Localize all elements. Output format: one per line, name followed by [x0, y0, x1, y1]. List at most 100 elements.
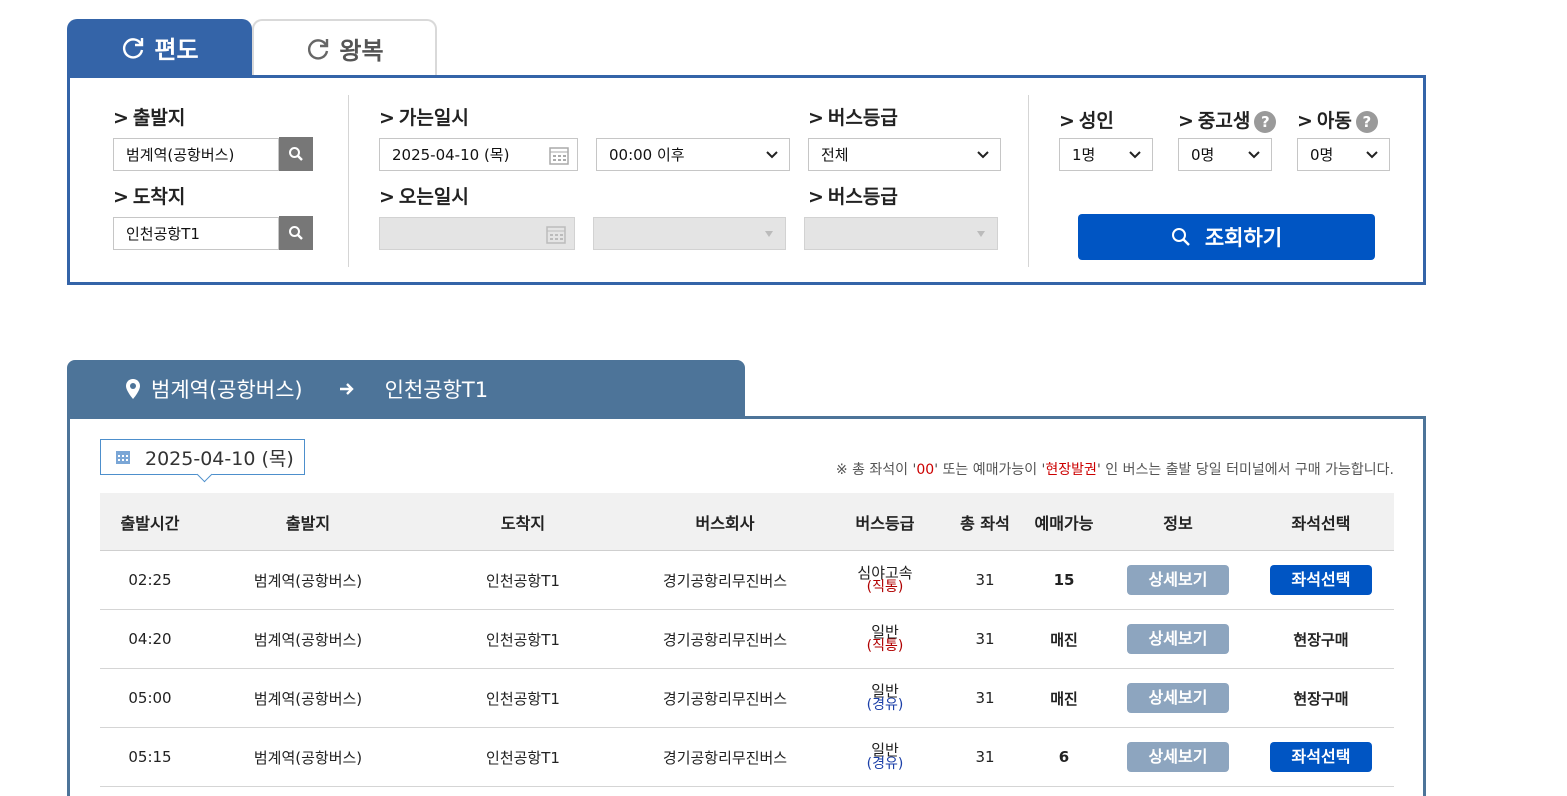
arrival-input[interactable]: 인천공항T1	[113, 217, 279, 250]
divider	[348, 95, 349, 267]
help-icon[interactable]: ?	[1254, 110, 1277, 133]
available-seats: 6	[1020, 727, 1108, 787]
departure-time: 05:00	[100, 668, 200, 728]
return-date-input[interactable]	[379, 217, 575, 250]
bus-company: 경기공항리무진버스	[630, 609, 820, 669]
chevron-down-icon	[977, 151, 989, 159]
table-header-row: 출발시간 출발지 도착지 버스회사 버스등급 총 좌석 예매가능 정보 좌석선택	[100, 493, 1394, 551]
departure-time: 02:25	[100, 550, 200, 610]
help-icon[interactable]: ?	[1355, 110, 1378, 133]
col-header: 버스등급	[820, 493, 950, 551]
bus-grade: 일반 (경유)	[820, 668, 950, 728]
schedule-table: 출발시간 출발지 도착지 버스회사 버스등급 총 좌석 예매가능 정보 좌석선택…	[100, 493, 1394, 787]
tab-one-way[interactable]: 편도	[67, 19, 252, 76]
bus-company: 경기공항리무진버스	[630, 668, 820, 728]
detail-button[interactable]: 상세보기	[1127, 565, 1229, 595]
seat-select-button[interactable]: 좌석선택	[1270, 742, 1372, 772]
departure-place: 범계역(공항버스)	[200, 727, 416, 787]
return-bus-grade-label: > 버스등급	[808, 186, 898, 208]
detail-button[interactable]: 상세보기	[1127, 683, 1229, 713]
refresh-icon	[120, 35, 146, 61]
table-row: 05:15 범계역(공항버스) 인천공항T1 경기공항리무진버스 일반 (경유) …	[100, 727, 1394, 787]
seat-select-button[interactable]: 좌석선택	[1270, 565, 1372, 595]
route-header: 범계역(공항버스) 인천공항T1	[67, 360, 745, 418]
calendar-icon	[116, 451, 130, 464]
table-row: 04:20 범계역(공항버스) 인천공항T1 경기공항리무진버스 일반 (직통) …	[100, 609, 1394, 669]
arrival-place: 인천공항T1	[416, 550, 630, 610]
child-select[interactable]: 0명	[1297, 138, 1390, 171]
onsite-purchase-text: 현장구매	[1248, 668, 1394, 728]
departure-input[interactable]: 범계역(공항버스)	[113, 138, 279, 171]
return-bus-grade-select[interactable]	[804, 217, 998, 250]
search-icon	[289, 147, 303, 161]
available-seats: 매진	[1020, 668, 1108, 728]
return-time-select[interactable]	[593, 217, 786, 250]
search-icon	[289, 226, 303, 240]
arrival-place: 인천공항T1	[416, 609, 630, 669]
total-seats: 31	[950, 609, 1020, 669]
youth-select[interactable]: 0명	[1178, 138, 1272, 171]
departure-place: 범계역(공항버스)	[200, 668, 416, 728]
detail-button[interactable]: 상세보기	[1127, 624, 1229, 654]
bus-company: 경기공항리무진버스	[630, 550, 820, 610]
available-seats: 매진	[1020, 609, 1108, 669]
go-date-input[interactable]: 2025-04-10 (목)	[379, 138, 578, 171]
bus-grade: 일반 (경유)	[820, 727, 950, 787]
calendar-icon	[546, 226, 566, 244]
detail-button[interactable]: 상세보기	[1127, 742, 1229, 772]
go-time-select[interactable]: 00:00 이후	[596, 138, 790, 171]
query-button[interactable]: 조회하기	[1078, 214, 1375, 260]
col-header: 버스회사	[630, 493, 820, 551]
date-chip[interactable]: 2025-04-10 (목)	[100, 439, 305, 483]
table-row: 02:25 범계역(공항버스) 인천공항T1 경기공항리무진버스 심야고속 (직통…	[100, 550, 1394, 610]
tab-round-trip-label: 왕복	[339, 37, 384, 65]
chevron-down-icon	[1366, 151, 1378, 159]
search-icon	[1171, 228, 1190, 246]
arrival-place: 인천공항T1	[416, 727, 630, 787]
notice-text: ※ 총 좌석이 '00' 또는 예매가능이 '현장발권' 인 버스는 출발 당일…	[835, 462, 1394, 478]
bus-grade-label: > 버스등급	[808, 107, 898, 129]
go-date-label: > 가는일시	[379, 107, 469, 129]
adult-select[interactable]: 1명	[1059, 138, 1153, 171]
arrow-right-icon	[339, 383, 354, 395]
chevron-down-icon	[765, 231, 773, 237]
arrival-place: 인천공항T1	[416, 668, 630, 728]
departure-place: 범계역(공항버스)	[200, 609, 416, 669]
departure-search-button[interactable]	[279, 137, 313, 171]
chevron-down-icon	[766, 151, 778, 159]
route-to: 인천공항T1	[384, 378, 489, 402]
calendar-icon	[549, 147, 569, 165]
divider	[1028, 95, 1029, 267]
return-date-label: > 오는일시	[379, 186, 469, 208]
total-seats: 31	[950, 668, 1020, 728]
adult-label: > 성인	[1059, 110, 1114, 132]
col-header: 도착지	[416, 493, 630, 551]
col-header: 출발지	[200, 493, 416, 551]
total-seats: 31	[950, 727, 1020, 787]
tab-round-trip[interactable]: 왕복	[252, 19, 437, 76]
bus-company: 경기공항리무진버스	[630, 727, 820, 787]
bus-grade-select[interactable]: 전체	[808, 138, 1001, 171]
selected-date: 2025-04-10 (목)	[145, 447, 294, 470]
chevron-down-icon	[1129, 151, 1141, 159]
col-header: 예매가능	[1020, 493, 1108, 551]
chevron-down-icon	[977, 231, 985, 237]
child-label: > 아동?	[1297, 106, 1378, 133]
onsite-purchase-text: 현장구매	[1248, 609, 1394, 669]
departure-time: 04:20	[100, 609, 200, 669]
col-header: 출발시간	[100, 493, 200, 551]
bus-grade: 심야고속 (직통)	[820, 550, 950, 610]
youth-label: > 중고생?	[1178, 106, 1277, 133]
refresh-icon	[305, 36, 331, 62]
location-pin-icon	[126, 379, 140, 399]
tab-one-way-label: 편도	[154, 36, 199, 64]
route-from: 범계역(공항버스)	[151, 378, 303, 402]
available-seats: 15	[1020, 550, 1108, 610]
arrival-label: > 도착지	[113, 186, 186, 208]
col-header: 정보	[1108, 493, 1248, 551]
col-header: 좌석선택	[1248, 493, 1394, 551]
arrival-search-button[interactable]	[279, 216, 313, 250]
col-header: 총 좌석	[950, 493, 1020, 551]
departure-time: 05:15	[100, 727, 200, 787]
departure-place: 범계역(공항버스)	[200, 550, 416, 610]
